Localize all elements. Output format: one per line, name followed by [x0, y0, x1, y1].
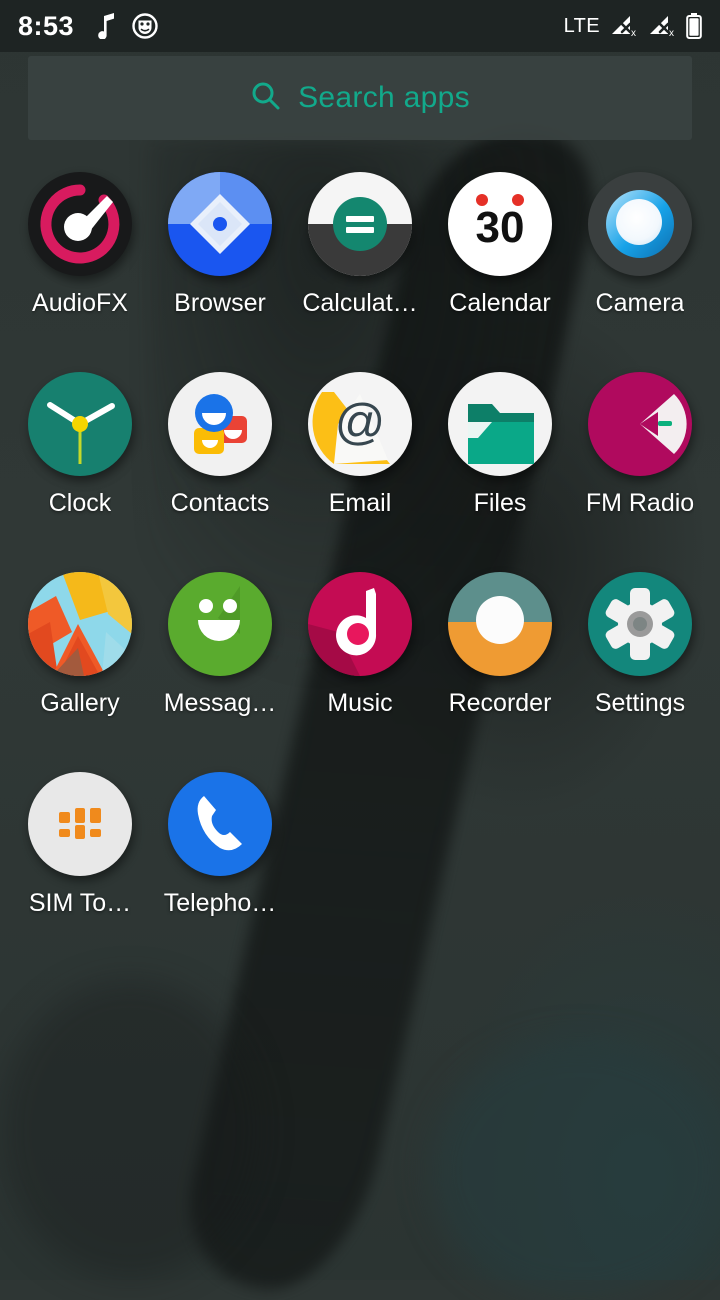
app-label: FM Radio: [586, 490, 694, 518]
app-label: Gallery: [40, 690, 119, 718]
app-label: Calendar: [449, 290, 550, 318]
clock-icon: [28, 372, 132, 476]
search-icon: [250, 80, 282, 117]
music-note-icon: [96, 13, 116, 39]
app-label: Browser: [174, 290, 266, 318]
app-item-music[interactable]: Music: [290, 572, 430, 750]
app-label: Email: [329, 490, 392, 518]
app-item-camera[interactable]: Camera: [570, 172, 710, 350]
network-type-label: LTE: [564, 15, 600, 38]
settings-icon: [588, 572, 692, 676]
svg-text:30: 30: [476, 203, 525, 252]
app-label: Calculat…: [302, 290, 417, 318]
app-item-recorder[interactable]: Recorder: [430, 572, 570, 750]
app-label: AudioFX: [32, 290, 128, 318]
app-label: Music: [327, 690, 392, 718]
contacts-icon: [168, 372, 272, 476]
app-item-contacts[interactable]: Contacts: [150, 372, 290, 550]
app-item-gallery[interactable]: Gallery: [10, 572, 150, 750]
calendar-icon: 30: [448, 172, 552, 276]
app-item-messaging[interactable]: Messag…: [150, 572, 290, 750]
app-item-calendar[interactable]: 30 Calendar: [430, 172, 570, 350]
browser-icon: [168, 172, 272, 276]
svg-text:@: @: [335, 394, 386, 450]
calculator-icon: [308, 172, 412, 276]
app-item-fm-radio[interactable]: FM Radio: [570, 372, 710, 550]
app-label: Recorder: [449, 690, 552, 718]
status-bar: 8:53 LTE x: [0, 0, 720, 52]
app-item-sim-toolkit[interactable]: SIM To…: [10, 772, 150, 950]
files-icon: [448, 372, 552, 476]
app-label: SIM To…: [29, 890, 131, 918]
wallpaper-blob: [430, 1040, 720, 1300]
sim-toolkit-icon: [28, 772, 132, 876]
svg-text:x: x: [669, 28, 674, 39]
app-item-clock[interactable]: Clock: [10, 372, 150, 550]
app-label: Contacts: [171, 490, 270, 518]
messaging-icon: [168, 572, 272, 676]
svg-text:x: x: [631, 28, 636, 39]
camera-icon: [588, 172, 692, 276]
app-label: Clock: [49, 490, 112, 518]
gallery-icon: [28, 572, 132, 676]
signal-sim2-no-service-icon: x: [648, 13, 676, 39]
app-item-settings[interactable]: Settings: [570, 572, 710, 750]
search-input[interactable]: Search apps: [298, 81, 470, 115]
search-apps-bar[interactable]: Search apps: [28, 56, 692, 140]
app-item-audiofx[interactable]: AudioFX: [10, 172, 150, 350]
app-item-telephone[interactable]: Telepho…: [150, 772, 290, 950]
app-label: Camera: [596, 290, 685, 318]
wallpaper-blob: [0, 980, 260, 1280]
app-item-browser[interactable]: Browser: [150, 172, 290, 350]
app-item-files[interactable]: Files: [430, 372, 570, 550]
telephone-icon: [168, 772, 272, 876]
recorder-icon: [448, 572, 552, 676]
do-not-disturb-face-icon: [132, 13, 158, 39]
audiofx-icon: [28, 172, 132, 276]
app-item-calculator[interactable]: Calculat…: [290, 172, 430, 350]
status-clock: 8:53: [18, 11, 74, 42]
app-label: Settings: [595, 690, 685, 718]
app-label: Messag…: [164, 690, 277, 718]
app-grid: AudioFX Browser Calculat…: [0, 172, 720, 950]
battery-icon: [686, 13, 702, 39]
signal-sim1-no-service-icon: x: [610, 13, 638, 39]
app-label: Telepho…: [164, 890, 277, 918]
email-icon: @: [308, 372, 412, 476]
app-label: Files: [474, 490, 527, 518]
app-item-email[interactable]: @ Email: [290, 372, 430, 550]
fm-radio-icon: [588, 372, 692, 476]
music-icon: [308, 572, 412, 676]
